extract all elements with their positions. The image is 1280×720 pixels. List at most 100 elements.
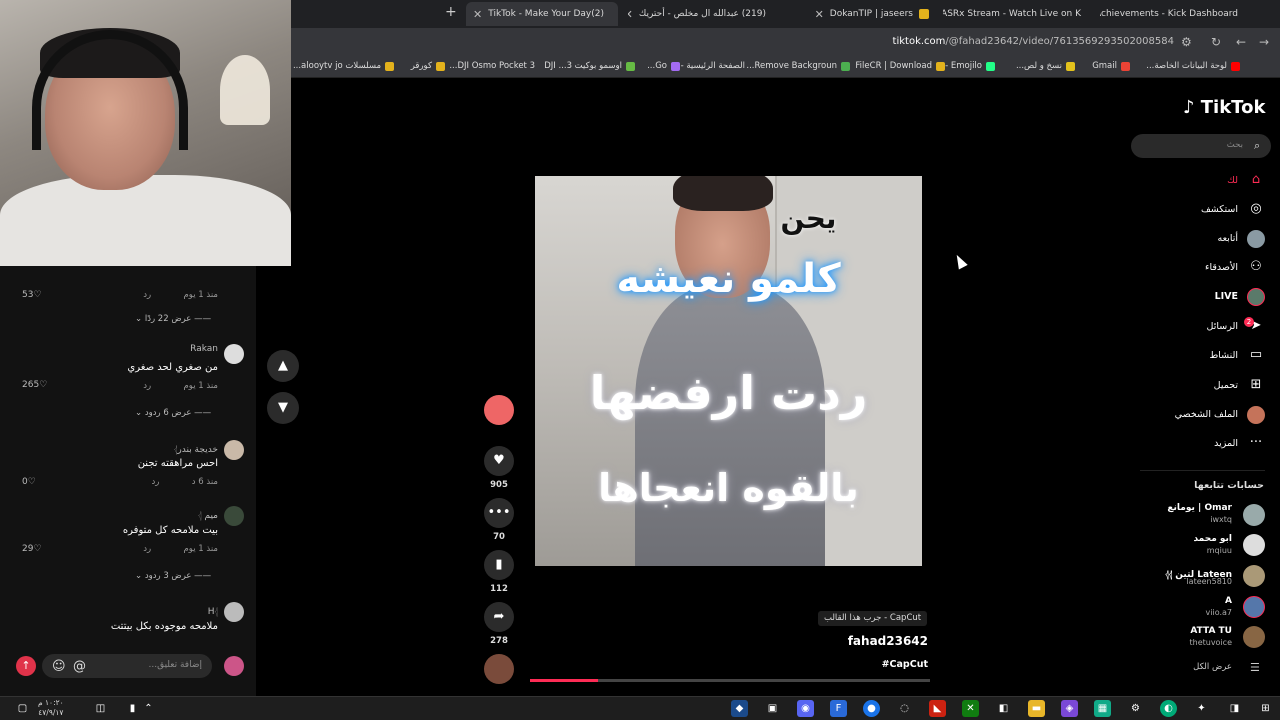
profile-avatar-icon[interactable] [1247, 406, 1265, 424]
following-name[interactable]: ATTA TU [1190, 626, 1232, 636]
nav-activity[interactable]: النشاط [1209, 350, 1238, 361]
edge-icon[interactable]: ◐ [1160, 700, 1177, 717]
comment-author[interactable]: H𓂆 [208, 602, 218, 617]
bookmark-item[interactable]: نسخ و لص... [1016, 61, 1075, 71]
network-icon[interactable]: ◫ [92, 700, 109, 717]
bookmark-item[interactable]: مسلسلات alooytv jo... [293, 61, 394, 71]
file-explorer-icon[interactable]: ▬ [1028, 700, 1045, 717]
capcut-template-tag[interactable]: CapCut - جرب هذا القالب [818, 611, 928, 626]
heart-icon[interactable]: ♥ [484, 446, 514, 476]
microphone-icon[interactable]: ▮ [124, 700, 141, 717]
tiktok-logo[interactable]: ♪ TikTok [1183, 97, 1265, 118]
new-tab-button[interactable]: + [445, 4, 457, 20]
share-action[interactable]: ➦ 278 [484, 602, 514, 646]
comment-author[interactable]: ميم 𓂆 [198, 506, 218, 521]
tab-kick-dashboard[interactable]: Achievements - Kick Dashboard ✕ [1100, 2, 1250, 26]
taskbar-clock[interactable]: ١٠:٢٠ م ٤٧/٩/١٧ [38, 698, 64, 718]
avatar[interactable] [1243, 596, 1265, 618]
upload-icon[interactable]: ⊞ [1247, 377, 1265, 395]
app-icon[interactable]: ◨ [1226, 700, 1243, 717]
previous-video-button[interactable]: ▲ [267, 350, 299, 382]
avatar[interactable] [224, 602, 244, 622]
obs-icon[interactable]: ◌ [896, 700, 913, 717]
app-icon[interactable]: ◣ [929, 700, 946, 717]
comment-author[interactable]: خديجة بندر𓂆 [174, 440, 218, 455]
close-icon[interactable]: ✕ [473, 8, 482, 21]
avatar[interactable] [224, 506, 244, 526]
video-player[interactable]: يحن كلمو نعيشه ردت ارفضها بالقوه انعجاها [535, 176, 922, 566]
avatar[interactable] [1243, 534, 1265, 556]
friends-icon[interactable]: ⚇ [1247, 259, 1265, 277]
home-icon[interactable]: ⌂ [1247, 172, 1265, 190]
xbox-icon[interactable]: ✕ [962, 700, 979, 717]
tab-tiktok[interactable]: (2)TikTok - Make Your Day ✕ [466, 2, 618, 26]
bookmark-item[interactable]: Remove Backgroun... [746, 61, 850, 71]
video-progress-bar[interactable] [530, 679, 930, 682]
bookmark-icon[interactable]: ▮ [484, 550, 514, 580]
avatar[interactable] [484, 395, 514, 425]
like-count[interactable]: 0♡ [22, 477, 36, 487]
following-name[interactable]: A [1225, 596, 1232, 606]
view-replies-button[interactable]: —— عرض 6 ردود ⌄ [135, 408, 211, 418]
reply-button[interactable]: رد [143, 544, 151, 554]
notification-icon[interactable]: ▢ [14, 700, 31, 717]
sound-disc[interactable] [484, 654, 514, 684]
comment-input[interactable]: إضافة تعليق... [42, 654, 212, 678]
nav-explore[interactable]: استكشف [1201, 204, 1238, 215]
view-replies-button[interactable]: —— عرض 22 ردًا ⌄ [135, 314, 211, 324]
forward-icon[interactable]: → [1259, 35, 1269, 49]
avatar[interactable] [1243, 504, 1265, 526]
video-hashtag[interactable]: #CapCut [882, 659, 928, 670]
like-count[interactable]: 29♡ [22, 544, 42, 554]
avatar[interactable] [1243, 626, 1265, 648]
live-avatar-icon[interactable] [1247, 288, 1265, 306]
address-bar[interactable]: tiktok.com/@fahad23642/video/76135692935… [291, 28, 1280, 56]
nav-profile[interactable]: الملف الشخصي [1175, 409, 1238, 420]
url-text[interactable]: tiktok.com/@fahad23642/video/76135692935… [893, 36, 1174, 47]
activity-icon[interactable]: ▭ [1247, 347, 1265, 365]
chrome-icon[interactable]: ● [863, 700, 880, 717]
nav-messages[interactable]: الرسائل [1207, 321, 1238, 332]
nav-more[interactable]: المزيد [1214, 438, 1238, 449]
following-name[interactable]: Omar | يومانع [1167, 503, 1232, 513]
reply-button[interactable]: رد [151, 477, 159, 487]
bookmark-item[interactable]: Go... [647, 61, 680, 71]
bookmark-item[interactable]: Gmail [1092, 61, 1130, 71]
bookmark-item[interactable]: DJI Osmo Pocket 3... [449, 61, 535, 71]
save-action[interactable]: ▮ 112 [484, 550, 514, 594]
discord-icon[interactable]: ◉ [797, 700, 814, 717]
app-icon[interactable]: ◧ [995, 700, 1012, 717]
comment-action[interactable]: ••• 70 [484, 498, 514, 542]
bookmark-item[interactable]: الصفحة الرئيسية - [681, 61, 745, 71]
avatar[interactable] [224, 440, 244, 460]
like-count[interactable]: 265♡ [22, 380, 47, 390]
nav-for-you[interactable]: لك [1227, 175, 1238, 186]
bookmark-item[interactable]: لوحة البيانات الخاصة... [1146, 61, 1240, 71]
like-count[interactable]: 53♡ [22, 290, 42, 300]
search-icon[interactable]: ⌕ [1254, 139, 1260, 153]
reload-icon[interactable]: ↻ [1211, 35, 1221, 49]
settings-gear-icon[interactable]: ⚙ [1127, 700, 1144, 717]
emoji-icon[interactable]: ☺ [52, 659, 66, 674]
nav-live[interactable]: LIVE [1215, 291, 1238, 302]
nav-friends[interactable]: الأصدقاء [1205, 262, 1238, 273]
chevron-up-icon[interactable]: ⌃ [140, 700, 157, 717]
back-icon[interactable]: ← [1236, 35, 1246, 49]
comment-author[interactable]: Rakan [190, 344, 218, 354]
following-name[interactable]: ابو محمد [1193, 534, 1232, 544]
windows-start-icon[interactable]: ⊞ [1257, 700, 1274, 717]
like-action[interactable]: ♥ 905 [484, 446, 514, 490]
bookmark-item[interactable]: Emojilo - [945, 61, 995, 71]
app-icon[interactable]: ▣ [764, 700, 781, 717]
close-icon[interactable]: ✕ [628, 8, 633, 21]
nav-following[interactable]: أتابعه [1218, 233, 1239, 244]
view-replies-button[interactable]: —— عرض 3 ردود ⌄ [135, 571, 211, 581]
reply-button[interactable]: رد [143, 290, 151, 300]
reply-button[interactable]: رد [143, 381, 151, 391]
tab-dokantip[interactable]: DokanTIP | jaseers ✕ [785, 2, 935, 26]
mention-icon[interactable]: @ [73, 659, 86, 674]
site-settings-icon[interactable]: ⚙ [1181, 35, 1192, 49]
tab-youtube[interactable]: (219) عبدالله ال مخلص - أحتريك ✕ [628, 2, 778, 26]
share-icon[interactable]: ➦ [484, 602, 514, 632]
compass-icon[interactable]: ◎ [1247, 201, 1265, 219]
